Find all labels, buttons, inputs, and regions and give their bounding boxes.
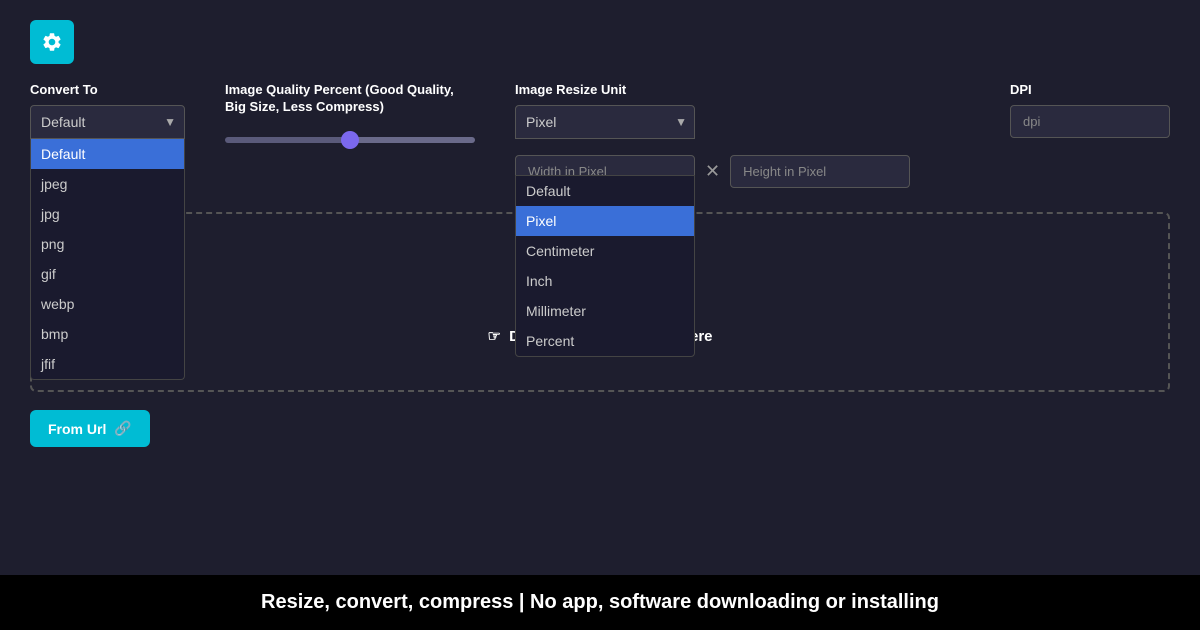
gear-icon [41, 31, 63, 53]
resize-unit-select[interactable]: Pixel ▼ [515, 105, 695, 139]
resize-unit-label: Image Resize Unit [515, 82, 695, 97]
convert-to-label: Convert To [30, 82, 185, 97]
convert-option-jpeg[interactable]: jpeg [31, 169, 184, 199]
dpi-group: DPI [1010, 82, 1170, 138]
quality-group: Image Quality Percent (Good Quality, Big… [225, 82, 475, 148]
unit-option-millimeter[interactable]: Millimeter [516, 296, 694, 326]
height-input[interactable] [730, 155, 910, 188]
unit-option-default[interactable]: Default [516, 176, 694, 206]
unit-option-centimeter[interactable]: Centimeter [516, 236, 694, 266]
hand-icon: ☞ [487, 328, 500, 345]
convert-option-jpg[interactable]: jpg [31, 199, 184, 229]
resize-unit-value: Pixel [526, 114, 556, 130]
convert-option-gif[interactable]: gif [31, 259, 184, 289]
chevron-down-icon-2: ▼ [675, 115, 687, 129]
quality-slider-container [225, 130, 475, 148]
dpi-label: DPI [1010, 82, 1170, 97]
convert-option-webp[interactable]: webp [31, 289, 184, 319]
footer-text: Resize, convert, compress | No app, soft… [261, 591, 939, 613]
dpi-input[interactable] [1010, 105, 1170, 138]
footer-banner: Resize, convert, compress | No app, soft… [0, 575, 1200, 630]
unit-option-percent[interactable]: Percent [516, 326, 694, 356]
unit-option-pixel[interactable]: Pixel [516, 206, 694, 236]
from-url-button[interactable]: From Url 🔗 [30, 410, 150, 447]
controls-row: Convert To Default ▼ Default jpeg jpg pn… [30, 82, 1170, 188]
convert-to-value: Default [41, 114, 85, 130]
resize-unit-group: Image Resize Unit Pixel ▼ Default Pixel … [515, 82, 695, 188]
resize-unit-dropdown: Default Pixel Centimeter Inch Millimeter… [515, 175, 695, 357]
convert-to-select-wrapper: Default ▼ Default jpeg jpg png gif webp … [30, 105, 185, 139]
from-url-label: From Url [48, 421, 106, 437]
convert-option-png[interactable]: png [31, 229, 184, 259]
convert-to-select[interactable]: Default ▼ [30, 105, 185, 139]
link-icon: 🔗 [114, 420, 131, 437]
chevron-down-icon: ▼ [164, 115, 176, 129]
quality-label: Image Quality Percent (Good Quality, Big… [225, 82, 475, 116]
convert-option-default[interactable]: Default [31, 139, 184, 169]
quality-slider[interactable] [225, 137, 475, 143]
main-area: Convert To Default ▼ Default jpeg jpg pn… [0, 0, 1200, 575]
settings-button[interactable] [30, 20, 74, 64]
convert-option-bmp[interactable]: bmp [31, 319, 184, 349]
times-icon: ✕ [705, 161, 720, 182]
convert-option-jfif[interactable]: jfif [31, 349, 184, 379]
convert-to-group: Convert To Default ▼ Default jpeg jpg pn… [30, 82, 185, 139]
resize-unit-select-wrapper: Pixel ▼ Default Pixel Centimeter Inch Mi… [515, 105, 695, 139]
unit-option-inch[interactable]: Inch [516, 266, 694, 296]
convert-to-dropdown: Default jpeg jpg png gif webp bmp jfif [30, 139, 185, 380]
